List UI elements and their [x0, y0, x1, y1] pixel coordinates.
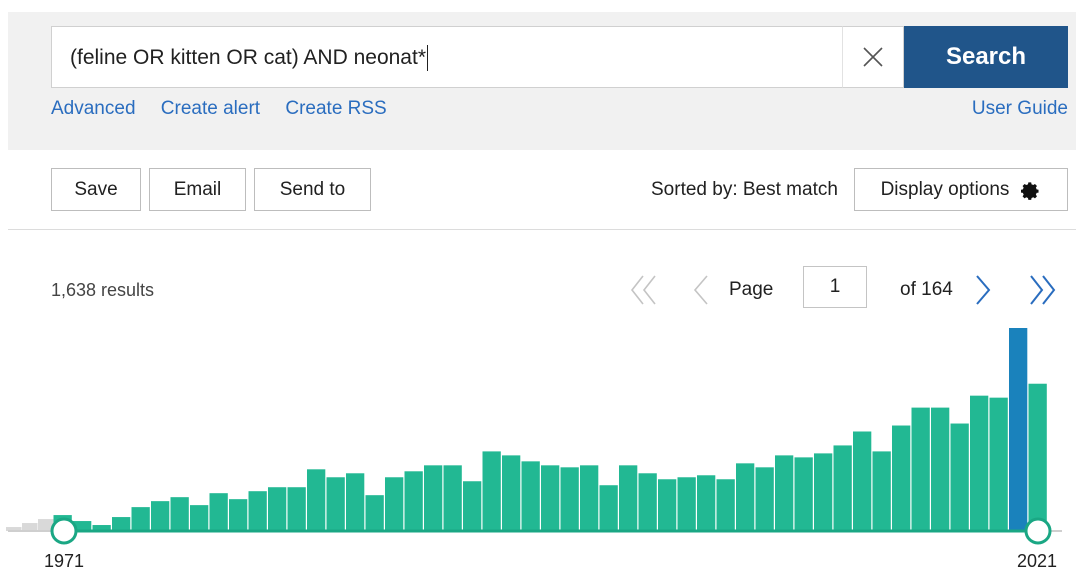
results-count: 1,638 results — [51, 280, 155, 300]
send-to-button[interactable]: Send to — [254, 168, 371, 211]
search-input[interactable]: (feline OR kitten OR cat) AND neonat* — [51, 26, 904, 88]
year-bar[interactable] — [872, 451, 891, 531]
year-bar[interactable] — [268, 487, 287, 531]
year-bar[interactable] — [404, 471, 423, 531]
next-page-button[interactable] — [972, 270, 994, 310]
year-bar[interactable] — [385, 477, 404, 531]
year-bar[interactable] — [814, 453, 833, 531]
year-bar[interactable] — [931, 407, 950, 531]
year-bar[interactable] — [716, 479, 735, 531]
year-bar[interactable] — [307, 469, 326, 531]
year-bar[interactable] — [346, 473, 365, 531]
save-button[interactable]: Save — [51, 168, 141, 211]
email-button[interactable]: Email — [149, 168, 246, 211]
year-bar[interactable] — [541, 465, 560, 531]
clear-search-button[interactable] — [842, 26, 904, 88]
close-icon — [863, 47, 883, 67]
year-bar[interactable] — [950, 423, 969, 531]
year-bar[interactable] — [190, 505, 209, 531]
year-bar[interactable] — [229, 499, 248, 531]
results-by-year-chart[interactable] — [0, 320, 1076, 550]
search-sub-links: Advanced Create alert Create RSS — [51, 98, 407, 120]
total-pages-label: of 164 — [900, 279, 953, 300]
year-bar[interactable] — [151, 501, 170, 531]
page-number-input[interactable] — [803, 266, 867, 308]
year-bar[interactable] — [658, 479, 677, 531]
gear-icon — [1021, 181, 1039, 200]
year-bar[interactable] — [1009, 328, 1028, 531]
year-bar[interactable] — [755, 467, 774, 531]
year-bar[interactable] — [911, 407, 930, 531]
toolbar-divider — [8, 229, 1076, 230]
page-label: Page — [729, 279, 774, 300]
year-bar[interactable] — [697, 475, 716, 531]
year-bar[interactable] — [736, 463, 755, 531]
year-bar[interactable] — [580, 465, 599, 531]
range-end-year: 2021 — [1017, 551, 1058, 570]
year-bar[interactable] — [853, 431, 872, 531]
year-bar[interactable] — [287, 487, 306, 531]
year-bar[interactable] — [989, 397, 1008, 531]
chevron-right-icon — [976, 275, 991, 305]
advanced-link[interactable]: Advanced — [51, 98, 136, 119]
year-bar[interactable] — [638, 473, 657, 531]
last-page-button[interactable] — [1024, 270, 1060, 310]
year-bar[interactable] — [970, 395, 989, 531]
double-chevron-left-icon — [630, 275, 656, 305]
year-bar[interactable] — [170, 497, 189, 531]
previous-page-button[interactable] — [688, 270, 712, 310]
chevron-left-icon — [693, 275, 708, 305]
year-bar[interactable] — [560, 467, 579, 531]
sort-order-label[interactable]: Sorted by: Best match — [651, 168, 838, 211]
year-bar[interactable] — [892, 425, 911, 531]
year-bar[interactable] — [131, 507, 150, 531]
year-bar[interactable] — [209, 493, 228, 531]
year-bar[interactable] — [482, 451, 501, 531]
double-chevron-right-icon — [1030, 275, 1056, 305]
year-bar[interactable] — [502, 455, 521, 531]
out-of-range-bar — [22, 523, 38, 531]
year-bar[interactable] — [794, 457, 813, 531]
year-bar[interactable] — [677, 477, 696, 531]
year-bar[interactable] — [463, 481, 482, 531]
year-bar[interactable] — [112, 517, 131, 531]
year-bar[interactable] — [424, 465, 443, 531]
first-page-button[interactable] — [626, 270, 662, 310]
display-options-button[interactable]: Display options — [854, 168, 1068, 211]
year-bar[interactable] — [599, 485, 618, 531]
year-bar[interactable] — [248, 491, 267, 531]
search-query-text: (feline OR kitten OR cat) AND neonat* — [70, 46, 426, 69]
year-bar[interactable] — [365, 495, 384, 531]
create-rss-link[interactable]: Create RSS — [285, 98, 386, 119]
range-start-handle[interactable] — [50, 517, 78, 545]
user-guide-link[interactable]: User Guide — [972, 98, 1068, 120]
year-bar[interactable] — [1028, 383, 1047, 531]
year-bar[interactable] — [521, 461, 540, 531]
year-bar[interactable] — [443, 465, 462, 531]
search-panel: (feline OR kitten OR cat) AND neonat* Se… — [8, 12, 1076, 150]
range-start-year: 1971 — [44, 551, 85, 570]
create-alert-link[interactable]: Create alert — [161, 98, 260, 119]
range-end-handle[interactable] — [1024, 517, 1052, 545]
year-bar[interactable] — [833, 445, 852, 531]
display-options-label: Display options — [880, 178, 1010, 200]
search-button[interactable]: Search — [904, 26, 1068, 88]
year-bar[interactable] — [619, 465, 638, 531]
text-caret — [427, 45, 428, 72]
year-bar[interactable] — [775, 455, 794, 531]
year-bar[interactable] — [326, 477, 345, 531]
